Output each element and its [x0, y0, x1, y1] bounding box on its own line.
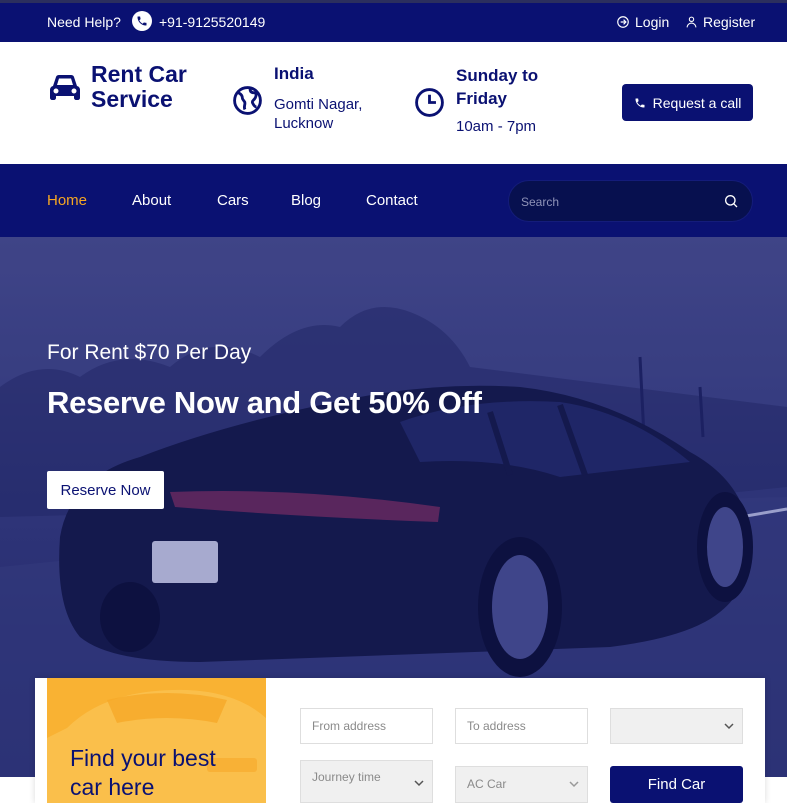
login-icon [617, 16, 629, 28]
chevron-down-icon [569, 781, 579, 788]
help-label: Need Help? [47, 14, 121, 30]
option-select[interactable] [610, 708, 743, 744]
nav-item-blog[interactable]: Blog [291, 192, 321, 209]
phone-icon [635, 98, 645, 107]
brand-logo-text[interactable]: Rent Car Service [91, 62, 211, 112]
login-link[interactable]: Login [616, 14, 669, 30]
promo-box: Find your best car here [47, 678, 266, 803]
header: Rent Car Service India Gomti Nagar, Luck… [0, 42, 787, 164]
top-bar: Need Help? +91-9125520149 Login Register [0, 0, 787, 42]
journey-time-select[interactable]: Journey time [300, 760, 433, 803]
from-address-field [300, 708, 433, 744]
find-car-button[interactable]: Find Car [610, 766, 743, 803]
location-address: Gomti Nagar, Lucknow [274, 96, 363, 132]
nav-item-home[interactable]: Home [47, 192, 87, 209]
clock-icon [414, 87, 445, 123]
register-label: Register [703, 14, 756, 30]
promo-title: Find your best car here [70, 745, 216, 800]
phone-number-link[interactable]: +91-9125520149 [159, 14, 265, 30]
hero-title: Reserve Now and Get 50% Off [47, 385, 482, 420]
search-input[interactable] [521, 192, 711, 212]
nav-item-about[interactable]: About [132, 192, 171, 209]
car-icon [49, 72, 81, 107]
search-box [508, 180, 753, 222]
register-link[interactable]: Register [685, 14, 755, 30]
booking-panel: Find your best car here Journey time AC … [35, 678, 765, 803]
user-icon [686, 16, 697, 28]
hours-title: Sunday to Friday [456, 66, 539, 108]
request-call-button[interactable]: Request a call [622, 84, 753, 121]
car-type-value: AC Car [467, 777, 507, 791]
nav-item-cars[interactable]: Cars [217, 192, 249, 209]
chevron-down-icon [724, 723, 734, 730]
search-icon[interactable] [723, 193, 739, 214]
car-type-select[interactable]: AC Car [455, 766, 588, 803]
login-label: Login [635, 14, 670, 30]
journey-time-value: Journey time [312, 770, 381, 784]
request-call-label: Request a call [652, 94, 742, 111]
nav-item-contact[interactable]: Contact [366, 192, 418, 209]
phone-icon [132, 11, 152, 31]
to-address-field [455, 708, 588, 744]
page: Need Help? +91-9125520149 Login Register… [0, 0, 787, 803]
main-nav: Home About Cars Blog Contact [0, 164, 787, 237]
hero-subtitle: For Rent $70 Per Day [47, 341, 252, 364]
location-title: India [274, 64, 314, 83]
globe-icon [232, 85, 263, 121]
reserve-now-button[interactable]: Reserve Now [47, 471, 164, 509]
chevron-down-icon [414, 780, 424, 787]
from-address-input[interactable] [301, 709, 432, 743]
hours-time: 10am - 7pm [456, 118, 537, 135]
to-address-input[interactable] [456, 709, 587, 743]
